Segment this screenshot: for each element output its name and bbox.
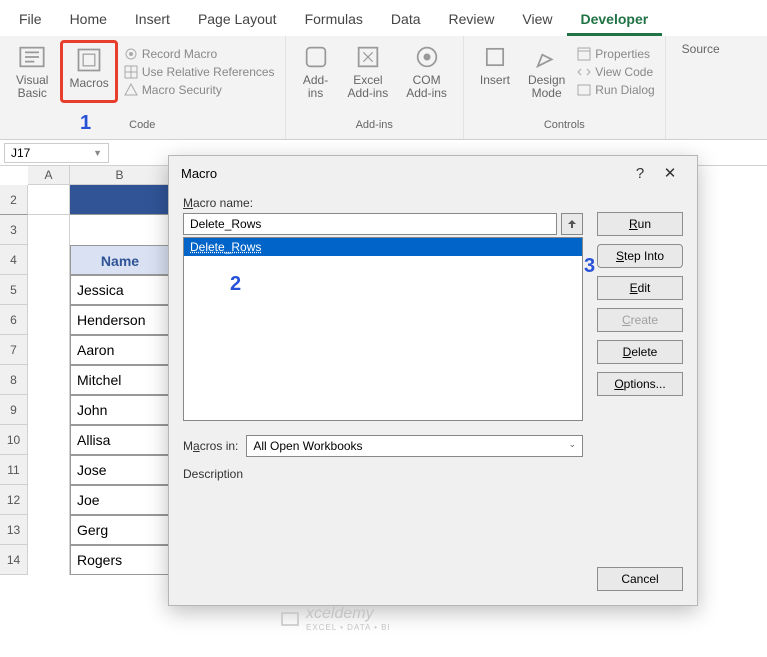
group-controls: Insert Design Mode Properties View Code … [464,36,666,139]
row-header[interactable]: 2 [0,185,28,215]
group-addins: Add- ins Excel Add-ins COM Add-ins Add-i… [286,36,464,139]
com-addins-button[interactable]: COM Add-ins [400,40,453,103]
options-button[interactable]: Options... [597,372,683,396]
addin-icon [302,43,330,71]
row-header[interactable]: 8 [0,365,28,395]
col-header-a[interactable]: A [28,166,70,185]
insert-button[interactable]: Insert [474,40,516,103]
tab-data[interactable]: Data [377,5,435,36]
col-header-b[interactable]: B [70,166,170,185]
table-row[interactable]: Gerg [70,515,170,545]
row-header[interactable]: 9 [0,395,28,425]
ribbon-tabs: File Home Insert Page Layout Formulas Da… [0,0,767,36]
group-source: Source [666,36,736,139]
tab-home[interactable]: Home [56,5,121,36]
row-header[interactable]: 14 [0,545,28,575]
name-box[interactable]: J17 ▼ [4,143,109,163]
source-button[interactable]: Source [676,40,726,59]
record-macro-button[interactable]: Record Macro [124,47,275,61]
table-row[interactable]: Jessica [70,275,170,305]
tab-page-layout[interactable]: Page Layout [184,5,291,36]
code-icon [577,65,591,79]
properties-button[interactable]: Properties [577,47,654,61]
description-label: Description [183,467,683,481]
table-row[interactable]: Rogers [70,545,170,575]
table-row[interactable]: John [70,395,170,425]
row-header[interactable]: 7 [0,335,28,365]
chevron-down-icon: ▼ [93,148,102,158]
list-item[interactable]: Delete_Rows [184,238,582,256]
edit-button[interactable]: Edit [597,276,683,300]
tab-review[interactable]: Review [435,5,509,36]
watermark: xceldemy EXCEL • DATA • BI [280,605,391,632]
row-header[interactable]: 10 [0,425,28,455]
arrow-up-icon [567,219,577,229]
code-group-label: Code [129,119,155,135]
tab-formulas[interactable]: Formulas [291,5,377,36]
macros-in-select[interactable]: All Open Workbooks ⌄ [246,435,583,457]
record-icon [124,47,138,61]
table-row[interactable]: Aaron [70,335,170,365]
run-dialog-button[interactable]: Run Dialog [577,83,654,97]
addins-group-label: Add-ins [356,119,393,135]
ribbon: Visual Basic Macros Record Macro Use Rel… [0,36,767,140]
row-header[interactable]: 12 [0,485,28,515]
annotation-1: 1 [80,112,91,135]
macro-name-label: Macro name: [183,196,683,210]
table-row[interactable]: Joe [70,485,170,515]
row-header[interactable]: 13 [0,515,28,545]
tab-insert[interactable]: Insert [121,5,184,36]
tab-file[interactable]: File [5,5,56,36]
properties-icon [577,47,591,61]
design-icon [533,43,561,71]
excel-addins-button[interactable]: Excel Add-ins [342,40,395,103]
dialog-title: Macro [181,166,217,181]
row-header[interactable]: 6 [0,305,28,335]
chevron-down-icon: ⌄ [568,439,576,453]
cancel-button[interactable]: Cancel [597,567,683,591]
dialog-help-button[interactable]: ? [625,165,655,182]
use-relative-button[interactable]: Use Relative References [124,65,275,79]
visual-basic-button[interactable]: Visual Basic [10,40,54,103]
delete-button[interactable]: Delete [597,340,683,364]
row-header[interactable]: 5 [0,275,28,305]
macro-dialog: Macro ? ✕ Macro name: Delete_Rows Delete… [168,155,698,606]
vb-icon [18,43,46,71]
addins-button[interactable]: Add- ins [296,40,336,103]
design-mode-button[interactable]: Design Mode [522,40,571,103]
view-code-button[interactable]: View Code [577,65,654,79]
row-header[interactable]: 4 [0,245,28,275]
macros-in-label: Macros in: [183,439,238,453]
excel-addin-icon [354,43,382,71]
tab-developer[interactable]: Developer [567,5,663,36]
group-code: Visual Basic Macros Record Macro Use Rel… [0,36,286,139]
table-header-name: Name [70,245,170,275]
warning-icon [124,83,138,97]
macro-list[interactable]: Delete_Rows [183,237,583,421]
annotation-3: 3 [584,255,595,278]
table-row[interactable]: Henderson [70,305,170,335]
table-row[interactable]: Allisa [70,425,170,455]
dialog-close-button[interactable]: ✕ [655,164,685,182]
grid-icon [124,65,138,79]
step-into-button[interactable]: Step Into [597,244,683,268]
macros-button[interactable]: Macros [60,40,117,103]
row-header[interactable]: 11 [0,455,28,485]
table-row[interactable]: Jose [70,455,170,485]
run-button[interactable]: Run [597,212,683,236]
controls-group-label: Controls [544,119,585,135]
annotation-2: 2 [230,273,241,296]
insert-icon [481,43,509,71]
row-header[interactable]: 3 [0,215,28,245]
table-row[interactable]: Mitchel [70,365,170,395]
logo-icon [280,609,300,629]
com-addin-icon [413,43,441,71]
macro-name-input[interactable]: Delete_Rows [183,213,557,235]
macro-security-button[interactable]: Macro Security [124,83,275,97]
tab-view[interactable]: View [508,5,566,36]
collapse-dialog-button[interactable] [561,213,583,235]
dialog-icon [577,83,591,97]
macros-icon [75,46,103,74]
create-button: Create [597,308,683,332]
